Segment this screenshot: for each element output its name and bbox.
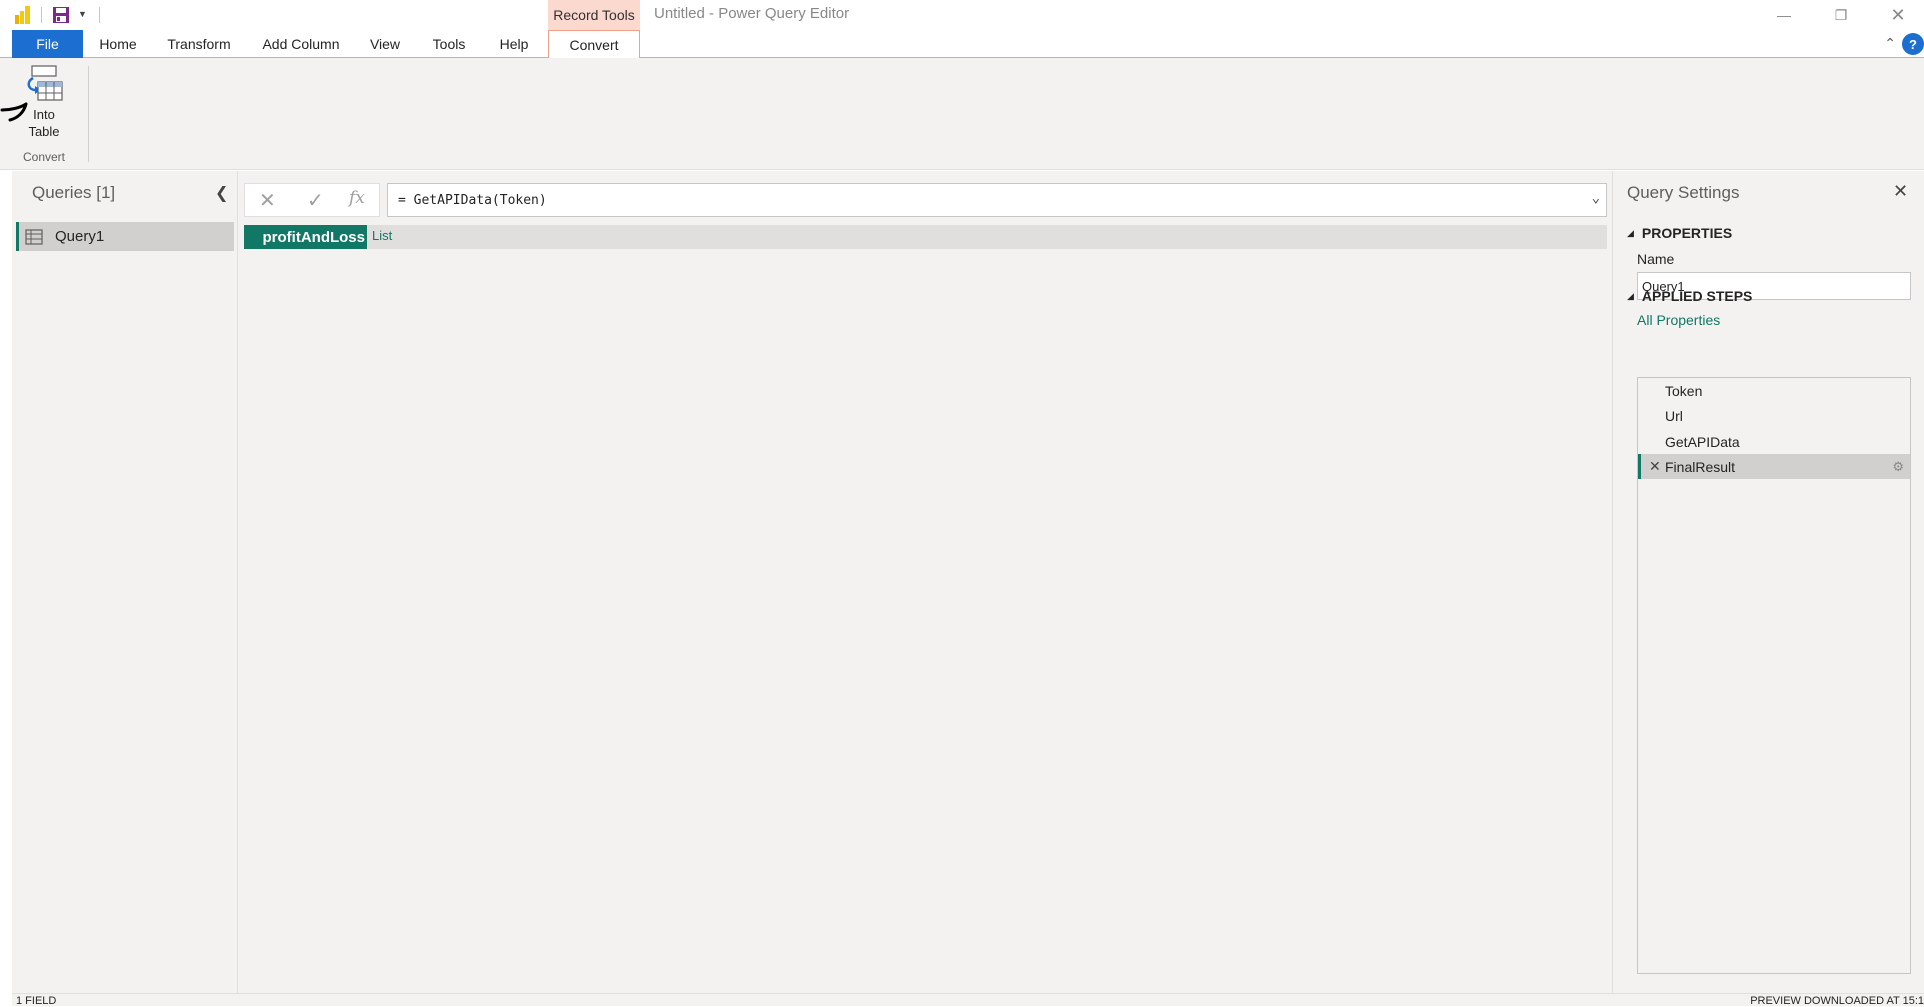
ribbon-group-label: Convert [22,150,66,164]
step-label: GetAPIData [1665,433,1740,450]
record-field-name[interactable]: profitAndLoss [244,225,367,249]
delete-step-icon[interactable]: ✕ [1649,458,1661,475]
tab-add-column[interactable]: Add Column [253,30,349,58]
query-settings-pane: Query Settings ✕ ◢ PROPERTIES Name Query1… [1612,171,1924,993]
minimize-button[interactable]: — [1756,0,1812,30]
collapse-ribbon-icon[interactable]: ⌃ [1884,35,1896,52]
status-field-count: 1 FIELD [16,995,57,1007]
power-bi-logo-icon [15,6,30,24]
title-bar: ▼ Record Tools Untitled - Power Query Ed… [0,0,1924,30]
formula-text: = GetAPIData(Token) [398,192,547,208]
tab-view[interactable]: View [362,30,408,58]
queries-title: Queries [1] [32,183,116,202]
properties-header[interactable]: ◢ PROPERTIES [1627,225,1732,241]
applied-steps-list: Token Url GetAPIData ✕ FinalResult ⚙ [1637,377,1911,974]
record-row: profitAndLoss List [244,225,1607,249]
main-area: Queries [1] ❮ Query1 ✕ ✓ fx = GetAPIData… [12,171,1924,993]
step-item[interactable]: GetAPIData [1638,429,1910,454]
ribbon-group-separator [88,66,89,162]
title-separator [41,7,42,23]
step-label: FinalResult [1665,458,1736,475]
gear-icon[interactable]: ⚙ [1892,459,1904,475]
applied-steps-header[interactable]: ◢ APPLIED STEPS [1627,288,1752,304]
tab-convert[interactable]: Convert [548,30,640,59]
into-table-label-line2: Table [28,124,60,139]
applied-steps-header-label: APPLIED STEPS [1641,288,1753,304]
step-label: Token [1665,382,1703,399]
tab-transform[interactable]: Transform [158,30,240,58]
save-icon[interactable] [52,6,70,24]
ribbon-tab-row: File Home Transform Add Column View Tool… [0,30,1924,59]
status-bar: 1 FIELD PREVIEW DOWNLOADED AT 15:1 [12,993,1924,1007]
preview-area: ✕ ✓ fx = GetAPIData(Token) ⌄ profitAndLo… [239,171,1611,993]
step-label: Url [1665,407,1683,424]
query-name: Query1 [55,228,105,245]
name-label: Name [1637,251,1675,267]
help-icon[interactable]: ? [1902,33,1924,55]
status-preview-time: PREVIEW DOWNLOADED AT 15:1 [1750,995,1924,1007]
query-list-item[interactable]: Query1 [16,222,234,251]
tab-help[interactable]: Help [488,30,540,58]
title-separator [99,7,100,23]
into-table-icon [27,65,63,101]
quick-access-dropdown-icon[interactable]: ▼ [78,9,88,21]
close-icon[interactable]: ✕ [1893,181,1908,202]
commit-formula-icon[interactable]: ✓ [307,188,324,213]
close-window-button[interactable]: ✕ [1870,0,1924,30]
step-item[interactable]: Token [1638,378,1910,403]
record-tools-context-tab: Record Tools [548,0,640,30]
ribbon: Into Table Convert [0,58,1924,170]
step-item-selected[interactable]: ✕ FinalResult ⚙ [1638,454,1910,479]
record-field-value[interactable]: List [372,228,392,243]
collapse-queries-icon[interactable]: ❮ [215,183,228,203]
query-settings-title: Query Settings [1627,183,1740,202]
restore-button[interactable]: ❐ [1813,0,1869,30]
fx-icon[interactable]: fx [349,188,365,208]
cancel-formula-icon[interactable]: ✕ [259,188,276,213]
chevron-down-icon[interactable]: ⌄ [1592,190,1600,206]
tab-tools[interactable]: Tools [422,30,476,58]
collapse-triangle-icon: ◢ [1627,291,1634,301]
formula-input[interactable]: = GetAPIData(Token) ⌄ [387,183,1607,217]
step-item[interactable]: Url [1638,403,1910,428]
into-table-label-line1: Into [33,107,55,122]
tab-file[interactable]: File [12,30,83,58]
all-properties-link[interactable]: All Properties [1637,312,1720,328]
table-icon [25,228,43,245]
properties-header-label: PROPERTIES [1641,225,1733,241]
window-title: Untitled - Power Query Editor [654,5,850,22]
queries-pane: Queries [1] ❮ Query1 [12,171,238,993]
into-table-button[interactable]: Into Table [18,64,70,148]
collapse-triangle-icon: ◢ [1627,228,1634,238]
tab-home[interactable]: Home [88,30,148,58]
formula-buttons: ✕ ✓ fx [244,183,380,217]
